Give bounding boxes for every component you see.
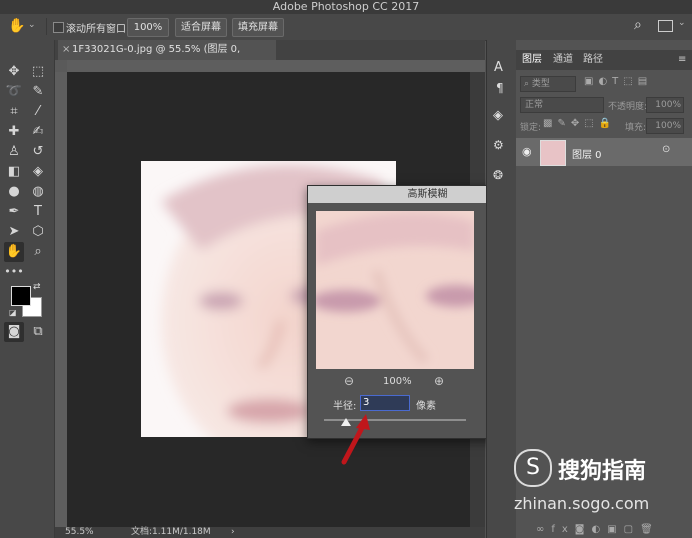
annotation-arrow [341,414,370,465]
layers-panel-tabs: 图层 通道 路径 ≡ [516,50,692,70]
lasso-tool-icon[interactable]: ➰ [4,82,24,102]
dodge-tool-icon[interactable]: ◍ [28,182,48,202]
zoom-100-button[interactable]: 100% [127,18,169,37]
blend-mode-value: 正常 [525,100,544,110]
screen-mode-icon[interactable]: ⧉ [28,322,48,342]
filter-type-label: 类型 [531,79,550,89]
status-arrow-icon[interactable]: › [231,527,235,538]
tab-paths[interactable]: 路径 [583,50,603,70]
eyedropper-tool-icon[interactable]: ⁄ [28,102,48,122]
layer-actions-icons[interactable]: ∞fx◙◐▣▢🗑 [536,524,660,535]
opacity-label: 不透明度: [608,102,648,112]
layer-filter-select[interactable]: ⌕ 类型 [520,76,576,92]
layer-link-icon[interactable]: ⊙ [662,144,670,155]
fit-screen-button[interactable]: 适合屏幕 [175,18,227,37]
chevron-down-icon[interactable]: ⌄ [678,18,686,28]
clone-stamp-icon[interactable]: ♙ [4,142,24,162]
brush-tool-icon[interactable]: ✍ [28,122,48,142]
ruler-origin [55,60,67,72]
preview-zoom-level: 100% [383,376,412,387]
document-tab[interactable]: × 1F33021G-0.jpg @ 55.5% (图层 0, RGB/8#) … [58,40,276,75]
quick-mask-icon[interactable]: ◙ [4,322,24,342]
zoom-out-icon[interactable]: ⊖ [344,374,354,388]
search-icon: ⌕ [524,79,530,89]
layer-thumbnail [540,140,566,166]
type-tool-icon[interactable]: T [28,202,48,222]
sogou-logo-icon: S [514,449,552,487]
hand-tool-icon[interactable]: ✋ [4,242,24,262]
chevron-down-icon[interactable]: ⌄ [28,20,36,30]
layer-name[interactable]: 图层 0 [572,146,602,161]
title-bar: Adobe Photoshop CC 2017 [0,0,692,14]
paint-bucket-icon[interactable]: ◈ [28,162,48,182]
fill-screen-button[interactable]: 填充屏幕 [232,18,284,37]
zoom-in-icon[interactable]: ⊕ [434,374,444,388]
status-bar: 55.5% 文档:1.11M/1.18M › [55,527,485,538]
workspace-icon[interactable] [658,20,673,32]
watermark-url: zhinan.sogo.com [514,494,650,513]
doc-info: 文档:1.11M/1.18M [131,527,211,537]
shape-tool-icon[interactable]: ⬡ [28,222,48,242]
radius-input[interactable]: 3 [360,395,410,411]
options-bar: ✋ ⌄ 滚动所有窗口 100% 适合屏幕 填充屏幕 ⌕ ⌄ [0,14,692,41]
divider [46,18,47,35]
eye-icon[interactable]: ◉ [522,145,532,158]
adjustments-icon[interactable]: ❂ [493,168,503,182]
blend-mode-select[interactable]: 正常 [520,97,604,113]
filter-icons[interactable]: ▣◐T⬚▤ [584,76,652,87]
lock-icons[interactable]: ▩✎✥⬚🔒 [543,118,616,129]
blur-tool-icon[interactable]: ● [4,182,24,202]
quick-select-icon[interactable]: ✎ [28,82,48,102]
marquee-tool-icon[interactable]: ⬚ [28,62,48,82]
zoom-tool-icon[interactable]: ⌕ [28,242,48,262]
character-icon[interactable]: A [494,60,503,75]
scroll-all-label: 滚动所有窗口 [66,24,126,35]
foreground-color-swatch[interactable] [11,286,31,306]
crop-tool-icon[interactable]: ⌗ [4,102,24,122]
eraser-tool-icon[interactable]: ◧ [4,162,24,182]
swap-colors-icon[interactable]: ⇄ [33,282,41,292]
zoom-level: 55.5% [65,527,94,537]
properties-icon[interactable]: ⚙ [493,138,504,152]
layers-stack-icon[interactable]: ◈ [493,108,503,123]
fill-label: 填充: [625,123,647,133]
scroll-all-checkbox[interactable] [53,22,64,33]
tab-channels[interactable]: 通道 [553,50,573,70]
close-icon[interactable]: × [62,40,70,60]
lock-label: 锁定: [520,123,542,133]
path-select-icon[interactable]: ➤ [4,222,24,242]
opacity-input[interactable]: 100% [646,97,684,113]
paragraph-icon[interactable]: ¶ [496,81,504,95]
panel-dock: A ¶ ◈ ⚙ ❂ [486,40,517,538]
pen-tool-icon[interactable]: ✒ [4,202,24,222]
hand-tool-icon[interactable]: ✋ [8,18,25,34]
tab-layers[interactable]: 图层 [522,50,542,70]
panel-menu-icon[interactable]: ≡ [678,50,686,70]
search-icon[interactable]: ⌕ [634,17,642,33]
blur-preview[interactable] [316,211,474,369]
more-tools-icon[interactable]: ••• [4,262,24,282]
layer-row[interactable]: ◉ 图层 0 ⊙ [516,138,692,166]
healing-brush-icon[interactable]: ✚ [4,122,24,142]
history-brush-icon[interactable]: ↺ [28,142,48,162]
watermark-brand: 搜狗指南 [558,459,647,484]
fill-input[interactable]: 100% [646,118,684,134]
move-tool-icon[interactable]: ✥ [4,62,24,82]
radius-unit: 像素 [416,401,436,412]
radius-value: 3 [363,397,370,408]
tools-panel: ✥ ⬚ ➰ ✎ ⌗ ⁄ ✚ ✍ ♙ ↺ ◧ ◈ ● ◍ ✒ T ➤ ⬡ ✋ ⌕ … [0,40,55,538]
app-title: Adobe Photoshop CC 2017 [272,0,420,13]
default-colors-icon[interactable]: ◪ [9,308,17,317]
